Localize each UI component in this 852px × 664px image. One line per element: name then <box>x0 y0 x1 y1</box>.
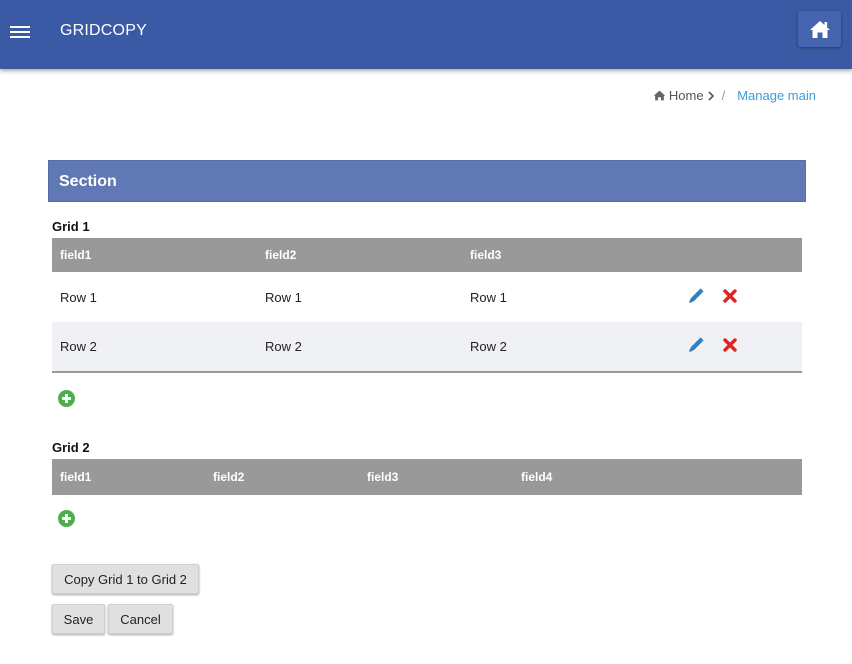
grid1-header-row: field1 field2 field3 <box>52 238 802 272</box>
breadcrumb-home-link[interactable]: Home <box>653 88 718 103</box>
grid1-cell: Row 1 <box>265 289 302 305</box>
table-row: Row 2 Row 2 Row 2 <box>52 322 802 373</box>
delete-row-button[interactable] <box>722 338 737 355</box>
hamburger-menu-icon[interactable] <box>10 22 30 40</box>
red-x-icon <box>722 338 737 352</box>
grid1-table: field1 field2 field3 Row 1 Row 1 Row 1 R… <box>52 238 802 373</box>
section-header: Section <box>48 160 806 202</box>
delete-row-button[interactable] <box>722 288 737 306</box>
grid2-col-field3[interactable]: field3 <box>359 459 513 495</box>
pencil-icon <box>689 287 704 303</box>
grid2-table: field1 field2 field3 field4 <box>52 459 802 495</box>
save-button[interactable]: Save <box>52 604 105 634</box>
breadcrumb-current-link[interactable]: Manage main <box>737 88 816 103</box>
grid1-col-field3[interactable]: field3 <box>462 238 667 272</box>
breadcrumb: Home / Manage main <box>653 88 816 103</box>
app-title: GRIDCOPY <box>60 22 147 39</box>
row-actions <box>667 322 802 373</box>
edit-row-button[interactable] <box>687 287 705 308</box>
red-x-icon <box>722 288 737 303</box>
cancel-button[interactable]: Cancel <box>108 604 173 634</box>
table-row: Row 1 Row 1 Row 1 <box>52 272 802 322</box>
grid2-title: Grid 2 <box>52 440 90 455</box>
top-app-bar: GRIDCOPY <box>0 0 852 69</box>
breadcrumb-separator: / <box>721 88 726 103</box>
grid2-col-field4[interactable]: field4 <box>513 459 667 495</box>
grid2-add-row-button[interactable] <box>58 510 75 527</box>
row-actions <box>667 272 802 322</box>
grid1-add-row-button[interactable] <box>58 390 75 407</box>
grid1-col-field2[interactable]: field2 <box>257 238 462 272</box>
home-icon <box>809 20 830 38</box>
grid1-col-actions <box>667 238 802 272</box>
grid1-cell: Row 1 <box>60 289 97 305</box>
grid1-col-field1[interactable]: field1 <box>52 238 257 272</box>
home-button[interactable] <box>798 11 841 47</box>
grid1-cell: Row 2 <box>52 322 257 373</box>
grid2-header-row: field1 field2 field3 field4 <box>52 459 802 495</box>
home-icon <box>653 90 666 101</box>
grid2-col-field2[interactable]: field2 <box>205 459 359 495</box>
chevron-right-icon <box>708 90 714 101</box>
grid1-title: Grid 1 <box>52 219 90 234</box>
grid1-cell: Row 2 <box>462 322 667 373</box>
grid2-col-field1[interactable]: field1 <box>52 459 205 495</box>
edit-row-button[interactable] <box>687 336 705 357</box>
copy-grid-button[interactable]: Copy Grid 1 to Grid 2 <box>52 564 199 594</box>
grid1-cell: Row 1 <box>470 289 507 305</box>
grid2-col-actions <box>667 459 802 495</box>
breadcrumb-home-label: Home <box>668 88 704 103</box>
grid1-cell: Row 2 <box>257 322 462 373</box>
pencil-icon <box>689 337 704 352</box>
